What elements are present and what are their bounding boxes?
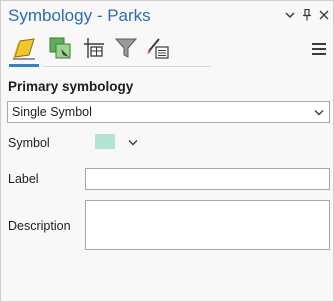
section-title: Primary symbology: [8, 79, 134, 94]
filter-tab[interactable]: [111, 33, 141, 63]
symbol-dropdown-chevron-icon[interactable]: [127, 137, 139, 147]
close-icon[interactable]: [317, 7, 331, 23]
pane-title-bar: Symbology - Parks: [1, 1, 333, 33]
symbol-properties-tab[interactable]: [143, 33, 173, 63]
symbol-layers-tab[interactable]: [79, 33, 109, 63]
label-label: Label: [8, 172, 39, 186]
symbology-type-select[interactable]: Single Symbol: [7, 101, 330, 123]
symbology-pane: Symbology - Parks Primary symbology Sing…: [0, 0, 334, 302]
symbol-properties-icon: [147, 38, 169, 59]
label-input[interactable]: [85, 168, 330, 190]
primary-symbology-tab[interactable]: [9, 33, 39, 63]
pin-icon[interactable]: [300, 7, 314, 23]
symbol-layers-icon: [84, 38, 104, 58]
description-label: Description: [8, 219, 71, 233]
pane-options-dropdown-icon[interactable]: [283, 7, 297, 23]
symbology-tool-row: [7, 33, 327, 67]
pane-title: Symbology - Parks: [8, 6, 151, 25]
chevron-down-icon: [313, 102, 325, 122]
vary-symbology-tab[interactable]: [45, 33, 75, 63]
description-textarea[interactable]: [85, 200, 330, 250]
hamburger-menu-icon[interactable]: [311, 41, 327, 57]
symbol-swatch[interactable]: [95, 134, 115, 149]
symbology-type-value: Single Symbol: [12, 105, 92, 119]
symbol-label: Symbol: [8, 136, 50, 150]
filter-icon: [114, 38, 138, 58]
primary-symbology-icon: [13, 38, 35, 60]
vary-symbology-icon: [49, 37, 71, 59]
active-tab-indicator: [9, 64, 39, 67]
toolbar-divider: [43, 66, 211, 67]
